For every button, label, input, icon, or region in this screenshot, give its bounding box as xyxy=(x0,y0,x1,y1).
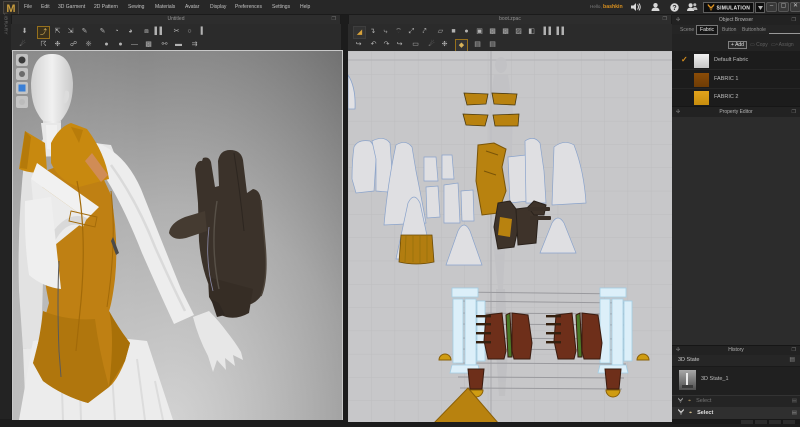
svg-text:?: ? xyxy=(672,5,676,12)
